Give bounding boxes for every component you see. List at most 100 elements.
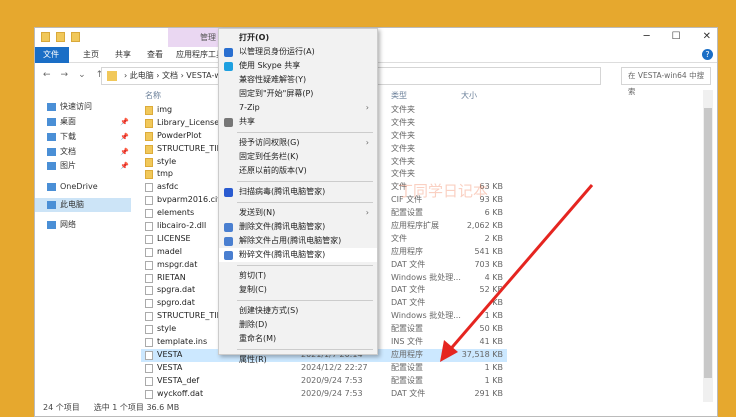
- file-size: 2 KB: [484, 233, 503, 243]
- menu-item[interactable]: 共享: [219, 115, 377, 129]
- menu-item[interactable]: 还原以前的版本(V): [219, 164, 377, 178]
- file-type: DAT 文件: [391, 388, 426, 398]
- column-size[interactable]: 大小: [461, 90, 477, 101]
- sidebar-item-0[interactable]: 快速访问: [47, 100, 133, 114]
- menu-separator: [237, 349, 373, 350]
- menu-item-label: 删除(D): [239, 320, 268, 329]
- recent-dropdown[interactable]: ⌄: [78, 70, 86, 80]
- file-size: 1 KB: [484, 311, 503, 321]
- file-name: VESTA_def: [157, 375, 200, 385]
- file-name: asfdc: [157, 182, 179, 192]
- file-name: tmp: [157, 169, 174, 179]
- menu-item-label: 剪切(T): [239, 271, 267, 280]
- menu-item-label: 复制(C): [239, 285, 267, 294]
- properties-icon[interactable]: [56, 32, 65, 42]
- menu-item[interactable]: 创建快捷方式(S): [219, 304, 377, 318]
- pin-icon[interactable]: 📌: [120, 130, 129, 144]
- sidebar-item-label: 桌面: [60, 117, 76, 126]
- sidebar-item-1[interactable]: 桌面 📌: [47, 115, 133, 129]
- file-date: 2020/9/24 7:53: [301, 375, 363, 385]
- pin-icon[interactable]: 📌: [120, 145, 129, 159]
- tab-share[interactable]: 共享: [107, 47, 139, 63]
- folder-icon: [145, 118, 153, 128]
- location-icon: [47, 103, 56, 111]
- menu-item[interactable]: 粉碎文件(腾讯电脑管家): [219, 248, 377, 262]
- sidebar-item-7[interactable]: 网络: [47, 218, 133, 232]
- menu-separator: [237, 132, 373, 133]
- sidebar-item-label: 此电脑: [60, 200, 84, 209]
- maximize-button[interactable]: ☐: [672, 31, 681, 42]
- file-name: template.ins: [157, 337, 208, 347]
- menu-item-label: 发送到(N): [239, 208, 276, 217]
- file-type: 文件夹: [391, 130, 415, 140]
- tab-home[interactable]: 主页: [75, 47, 107, 63]
- file-row[interactable]: VESTA_def 2020/9/24 7:53 配置设置 1 KB: [141, 375, 507, 388]
- file-icon: [145, 222, 153, 232]
- sidebar-item-label: 文档: [60, 147, 76, 156]
- file-icon: [145, 325, 153, 335]
- sidebar-item-label: 网络: [60, 220, 76, 229]
- menu-item[interactable]: 删除(D): [219, 318, 377, 332]
- minimize-button[interactable]: ─: [644, 31, 650, 42]
- file-size: 1 KB: [484, 362, 503, 372]
- file-icon: [145, 389, 153, 399]
- menu-item[interactable]: 删除文件(腾讯电脑管家): [219, 220, 377, 234]
- close-button[interactable]: ✕: [703, 31, 711, 42]
- menu-item-label: 打开(O): [239, 33, 270, 42]
- menu-item[interactable]: 打开(O): [219, 31, 377, 45]
- menu-item[interactable]: 解除文件占用(腾讯电脑管家): [219, 234, 377, 248]
- sidebar-item-6[interactable]: 此电脑: [35, 198, 131, 212]
- sidebar-item-4[interactable]: 图片 📌: [47, 159, 133, 173]
- file-type: 配置设置: [391, 375, 423, 385]
- chevron-right-icon: ›: [365, 138, 369, 147]
- vertical-scrollbar[interactable]: [703, 90, 713, 402]
- shield-icon: [224, 48, 233, 57]
- menu-separator: [237, 265, 373, 266]
- tab-view[interactable]: 查看: [139, 47, 171, 63]
- menu-item[interactable]: 以管理员身份运行(A): [219, 45, 377, 59]
- folder-icon[interactable]: [41, 32, 50, 42]
- item-count: 24 个项目: [43, 403, 80, 412]
- file-size: 541 KB: [474, 246, 503, 256]
- menu-item[interactable]: 使用 Skype 共享: [219, 59, 377, 73]
- folder-icon: [145, 106, 153, 115]
- sidebar-item-3[interactable]: 文档 📌: [47, 145, 133, 159]
- menu-item[interactable]: 重命名(M): [219, 332, 377, 346]
- pin-icon[interactable]: 📌: [120, 115, 129, 129]
- window-controls: ─ ☐ ✕: [644, 31, 711, 42]
- location-icon: [47, 162, 56, 170]
- column-name[interactable]: 名称: [145, 90, 161, 101]
- file-name: LICENSE: [157, 233, 191, 243]
- location-icon: [47, 118, 56, 126]
- file-row[interactable]: wyckoff.dat 2020/9/24 7:53 DAT 文件 291 KB: [141, 388, 507, 401]
- pin-icon[interactable]: 📌: [120, 159, 129, 173]
- menu-item[interactable]: 扫描病毒(腾讯电脑管家): [219, 185, 377, 199]
- new-folder-icon[interactable]: [71, 32, 80, 42]
- menu-item[interactable]: 剪切(T): [219, 269, 377, 283]
- menu-item-label: 扫描病毒(腾讯电脑管家): [239, 187, 326, 196]
- menu-item[interactable]: 授予访问权限(G) ›: [219, 136, 377, 150]
- menu-item[interactable]: 发送到(N) ›: [219, 206, 377, 220]
- file-name: PowderPlot: [157, 130, 202, 140]
- menu-item[interactable]: 7-Zip ›: [219, 101, 377, 115]
- menu-item[interactable]: 兼容性疑难解答(Y): [219, 73, 377, 87]
- menu-item[interactable]: 固定到任务栏(K): [219, 150, 377, 164]
- back-button[interactable]: ←: [43, 70, 51, 80]
- file-size: 41 KB: [479, 337, 503, 347]
- tab-file[interactable]: 文件: [35, 47, 69, 63]
- file-name: style: [157, 324, 177, 334]
- sidebar-item-5[interactable]: OneDrive: [47, 180, 133, 194]
- navigation-pane: 快速访问 桌面 📌 下载 📌 文档 📌 图片 📌 OneDrive 此电脑 网络: [35, 90, 135, 400]
- sidebar-item-2[interactable]: 下载 📌: [47, 130, 133, 144]
- column-type[interactable]: 类型: [391, 90, 407, 101]
- menu-item[interactable]: 固定到"开始"屏幕(P): [219, 87, 377, 101]
- quick-access-toolbar: [41, 32, 80, 42]
- file-size: 52 KB: [479, 285, 503, 295]
- file-name: elements: [157, 208, 195, 218]
- menu-item[interactable]: 复制(C): [219, 283, 377, 297]
- menu-item[interactable]: 属性(R): [219, 353, 377, 367]
- scrollbar-thumb[interactable]: [704, 108, 712, 378]
- search-input[interactable]: 在 VESTA-win64 中搜索: [621, 67, 711, 96]
- help-icon[interactable]: ?: [702, 49, 713, 60]
- forward-button[interactable]: →: [61, 70, 69, 80]
